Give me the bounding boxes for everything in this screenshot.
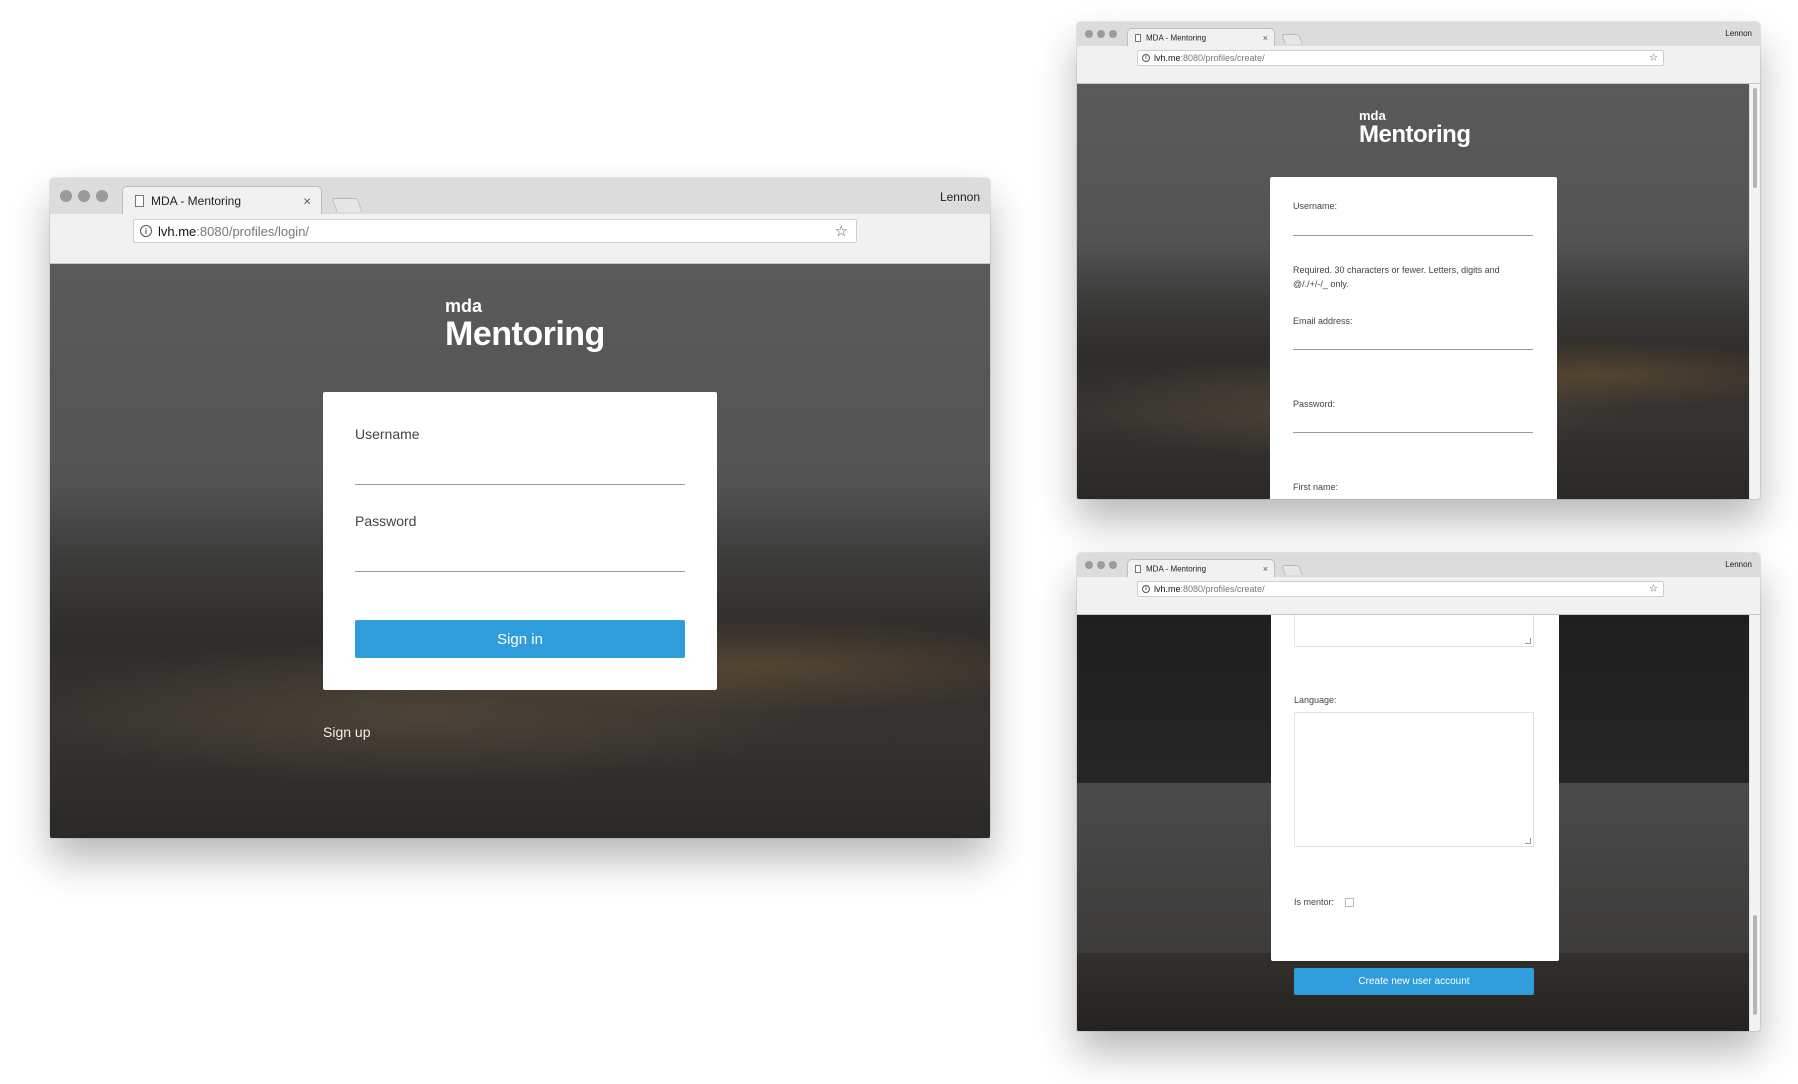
password-underline (1293, 432, 1533, 433)
password-label: Password: (1293, 399, 1336, 409)
email-input[interactable] (1293, 327, 1533, 349)
page-icon (1135, 564, 1141, 573)
close-window-dot[interactable] (60, 190, 72, 202)
star-icon[interactable]: ☆ (835, 222, 848, 240)
scrollbar[interactable] (1749, 615, 1760, 1031)
signup-browser-window-top: MDA - Mentoring × Lennon i lvh.me:8080/p… (1077, 22, 1760, 499)
resize-grip[interactable] (1525, 638, 1531, 644)
toolbar: i lvh.me:8080/profiles/create/ ☆ (1077, 577, 1760, 615)
page-viewport: mda Mentoring Username: Required. 30 cha… (1077, 84, 1760, 499)
username-label: Username: (1293, 201, 1338, 211)
logo-big: Mentoring (1359, 121, 1471, 148)
maximize-window-dot[interactable] (1109, 30, 1117, 38)
tab-strip: MDA - Mentoring × Lennon (1077, 22, 1760, 46)
star-icon[interactable]: ☆ (1649, 53, 1658, 64)
username-input[interactable] (1293, 213, 1533, 235)
password-underline (355, 571, 685, 572)
info-icon[interactable]: i (140, 225, 152, 237)
create-account-label: Create new user account (1358, 976, 1470, 987)
signup-link[interactable]: Sign up (323, 724, 370, 740)
close-window-dot[interactable] (1085, 561, 1093, 569)
minimize-window-dot[interactable] (1097, 561, 1105, 569)
url-path: :8080/profiles/create/ (1180, 53, 1265, 63)
address-bar[interactable]: i lvh.me:8080/profiles/create/ ☆ (1137, 50, 1664, 66)
new-tab-icon[interactable] (331, 198, 363, 212)
signup-browser-window-bottom: MDA - Mentoring × Lennon i lvh.me:8080/p… (1077, 553, 1760, 1031)
maximize-window-dot[interactable] (96, 190, 108, 202)
toolbar: i lvh.me:8080/profiles/login/ ☆ (50, 214, 990, 264)
star-icon[interactable]: ☆ (1649, 584, 1658, 595)
toolbar: i lvh.me:8080/profiles/create/ ☆ (1077, 46, 1760, 84)
address-bar[interactable]: i lvh.me:8080/profiles/login/ ☆ (133, 219, 857, 243)
username-label: Username (355, 426, 420, 442)
email-underline (1293, 349, 1533, 350)
login-browser-window: MDA - Mentoring × Lennon i lvh.me:8080/p… (50, 178, 990, 838)
logo-small: mda (445, 296, 483, 316)
url-host: lvh.me (1154, 584, 1181, 594)
tab-title: MDA - Mentoring (1146, 33, 1207, 42)
tab-strip: MDA - Mentoring × Lennon (50, 178, 990, 214)
is-mentor-label: Is mentor: (1294, 897, 1335, 907)
signin-button[interactable]: Sign in (355, 620, 685, 658)
password-input[interactable] (355, 535, 685, 569)
close-window-dot[interactable] (1085, 30, 1093, 38)
username-underline (1293, 235, 1533, 236)
signup-card-lower: Language: Is mentor: Create new user acc… (1271, 615, 1559, 995)
username-input[interactable] (355, 448, 685, 482)
signup-card: Username: Required. 30 characters or few… (1270, 177, 1557, 499)
scrollbar-thumb[interactable] (1753, 915, 1757, 1015)
language-label: Language: (1294, 695, 1337, 705)
tab-strip: MDA - Mentoring × Lennon (1077, 553, 1760, 577)
email-label: Email address: (1293, 316, 1353, 326)
profile-name[interactable]: Lennon (1725, 560, 1752, 569)
scrollbar-thumb[interactable] (1753, 88, 1757, 188)
firstname-label: First name: (1293, 482, 1339, 492)
url-path: :8080/profiles/login/ (196, 223, 310, 239)
logo: mda Mentoring (1359, 108, 1471, 149)
logo-big: Mentoring (445, 315, 605, 353)
tab-title: MDA - Mentoring (151, 193, 242, 208)
new-tab-icon[interactable] (1281, 34, 1303, 44)
tab-mda-mentoring[interactable]: MDA - Mentoring × (1127, 28, 1275, 46)
is-mentor-checkbox[interactable] (1345, 898, 1354, 907)
scrollbar[interactable] (1749, 84, 1760, 499)
url-host: lvh.me (1154, 53, 1181, 63)
address-bar[interactable]: i lvh.me:8080/profiles/create/ ☆ (1137, 581, 1664, 597)
new-tab-icon[interactable] (1281, 565, 1303, 575)
close-icon[interactable]: × (1263, 564, 1268, 574)
page-viewport: Language: Is mentor: Create new user acc… (1077, 615, 1760, 1031)
password-label: Password (355, 513, 417, 529)
password-input[interactable] (1293, 411, 1533, 433)
page-viewport: mda Mentoring Username Password Sign in … (50, 264, 990, 838)
close-icon[interactable]: × (1263, 33, 1268, 43)
url-host: lvh.me (158, 223, 197, 239)
close-icon[interactable]: × (303, 193, 311, 208)
logo: mda Mentoring (445, 296, 605, 354)
profile-name[interactable]: Lennon (1725, 29, 1752, 38)
username-underline (355, 484, 685, 485)
login-card: Username Password Sign in (323, 392, 717, 690)
username-help: Required. 30 characters or fewer. Letter… (1293, 265, 1500, 290)
resize-grip[interactable] (1525, 838, 1531, 844)
tab-mda-mentoring[interactable]: MDA - Mentoring × (1127, 559, 1275, 577)
maximize-window-dot[interactable] (1109, 561, 1117, 569)
signin-label: Sign in (497, 630, 543, 648)
language-textarea[interactable] (1294, 712, 1534, 847)
info-icon[interactable]: i (1142, 585, 1150, 593)
minimize-window-dot[interactable] (1097, 30, 1105, 38)
profile-name[interactable]: Lennon (940, 190, 980, 204)
page-icon (135, 194, 144, 207)
create-account-button[interactable]: Create new user account (1294, 968, 1534, 995)
url-path: :8080/profiles/create/ (1180, 584, 1265, 594)
tab-mda-mentoring[interactable]: MDA - Mentoring × (122, 186, 322, 214)
tab-title: MDA - Mentoring (1146, 564, 1207, 573)
page-icon (1135, 33, 1141, 42)
info-icon[interactable]: i (1142, 54, 1150, 62)
minimize-window-dot[interactable] (78, 190, 90, 202)
previous-textarea[interactable] (1294, 615, 1534, 647)
